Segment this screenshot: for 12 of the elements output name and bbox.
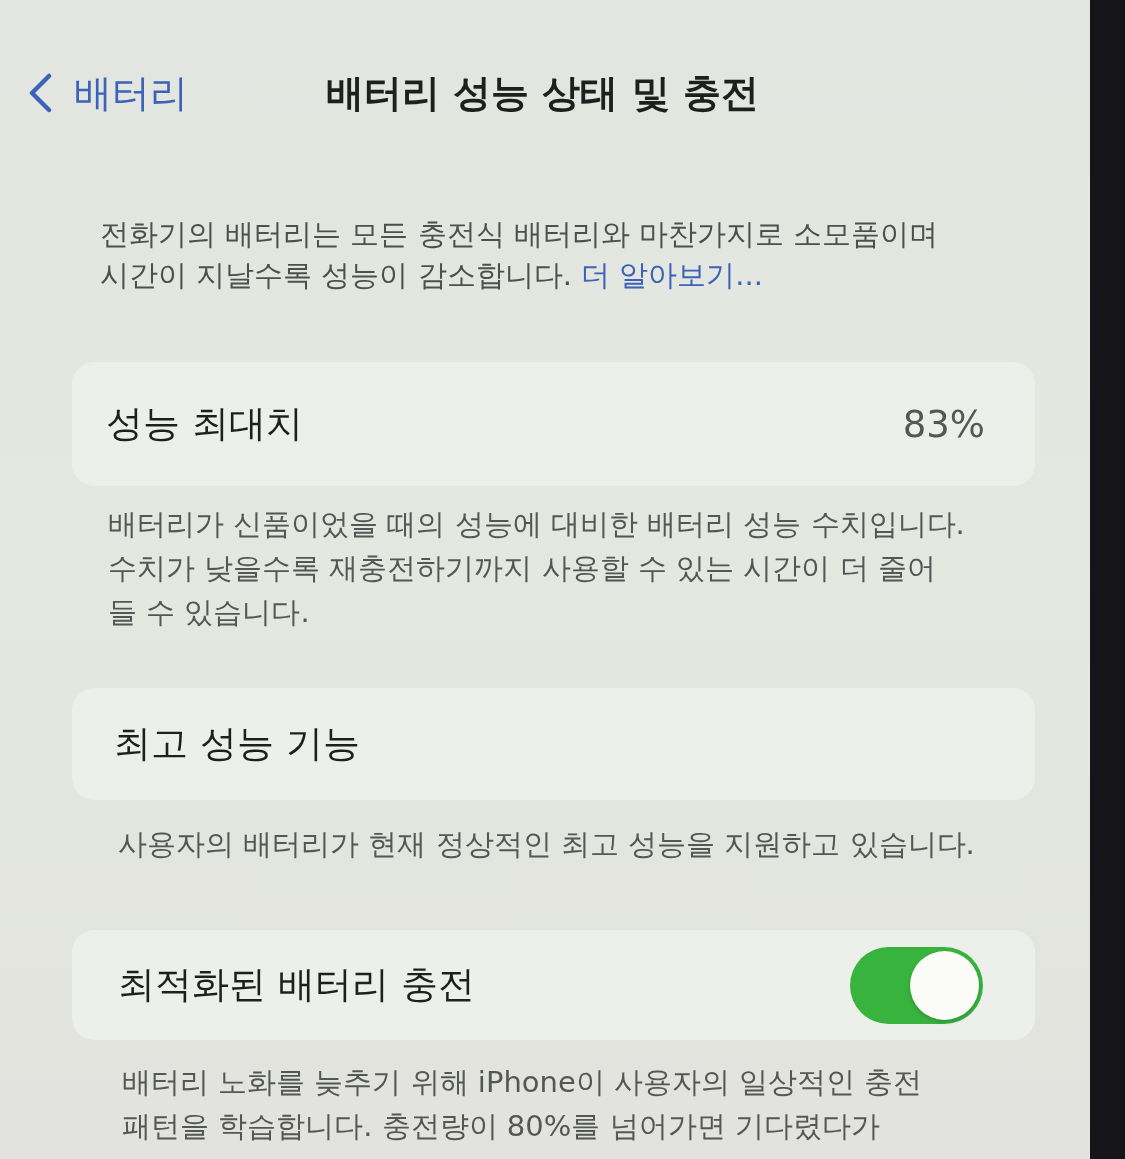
intro-text: 전화기의 배터리는 모든 충전식 배터리와 마찬가지로 소모품이며 시간이 지날수록 성능이 감소합니다. 더 알아보기... [100,216,940,294]
learn-more-link[interactable]: 더 알아보기... [581,258,763,292]
back-button[interactable]: 배터리 [28,67,188,119]
section-footer-text: 배터리 노화를 늦추기 위해 iPhone이 사용자의 일상적인 충전 패턴을 학습합니다. 충전량이 80%를 넘어가면 기다렸다가 [122,1064,924,1145]
setting-value: 83% [902,402,985,446]
setting-label: 최고 성능 기능 [114,721,360,767]
page-title: 배터리 성능 상태 및 충전 [326,69,759,117]
setting-label: 성능 최대치 [106,401,303,447]
chevron-left-icon [28,73,52,113]
section-footer-text: 배터리가 신품이었을 때의 성능에 대비한 배터리 성능 수치입니다. 수치가 낮을수록 재충전하기까지 사용할 수 있는 시간이 더 줄어 들 수 있습니다. [108,506,966,631]
setting-label: 최적화된 배터리 충전 [118,962,475,1008]
section-footer-text: 사용자의 배터리가 현재 정상적인 최고 성능을 지원하고 있습니다. [118,826,976,863]
